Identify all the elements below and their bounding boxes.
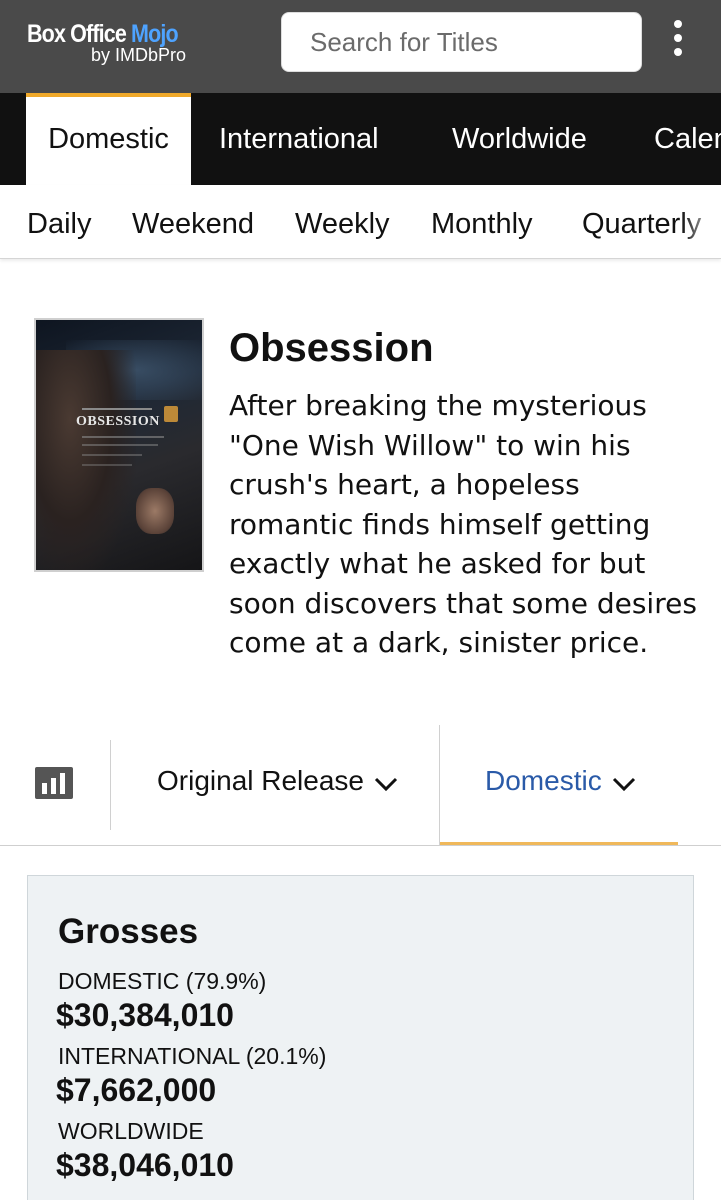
movie-description: After breaking the mysterious "One Wish … [229,389,697,659]
movie-poster[interactable]: OBSESSION [34,318,204,572]
divider [439,725,440,846]
movie-title: Obsession [229,326,434,370]
bar [42,783,47,794]
poster-credits [82,454,142,456]
grosses-title: Grosses [58,912,199,951]
worldwide-value[interactable]: $38,046,010 [56,1147,234,1184]
region-tabs: Domestic International Worldwide Calenda… [0,93,721,185]
logo-wordmark: Box Office Mojo [27,20,179,48]
divider [110,740,111,830]
region-dropdown-label: Domestic [485,765,602,796]
subnav-monthly[interactable]: Monthly [431,185,533,258]
search-input[interactable] [282,13,641,71]
menu-dot [674,20,682,28]
poster-window-light [164,406,178,422]
region-active-underline [440,842,678,845]
logo-main-text: Box Office [27,20,132,48]
release-dropdown-label: Original Release [157,765,364,796]
release-dropdown[interactable]: Original Release [157,760,398,802]
logo-mojo-text: Mojo [131,20,179,48]
domestic-label: DOMESTIC (79.9%) [58,968,267,994]
grosses-panel: Grosses DOMESTIC (79.9%) $30,384,010 INT… [27,875,694,1200]
subnav-weekly[interactable]: Weekly [295,185,390,258]
chevron-down-icon [612,762,636,804]
tab-domestic[interactable]: Domestic [26,93,191,185]
tab-worldwide[interactable]: Worldwide [452,93,587,185]
poster-figure [36,350,136,570]
box-office-mojo-logo[interactable]: Box Office Mojo by IMDbPro [27,20,202,70]
search-box[interactable] [281,12,642,72]
poster-title: OBSESSION [76,414,160,429]
worldwide-label: WORLDWIDE [58,1118,204,1144]
tab-calendar[interactable]: Calendar [654,93,721,185]
poster-hands [136,488,174,534]
bar [60,773,65,794]
menu-dot [674,48,682,56]
kebab-menu-icon[interactable] [668,18,688,58]
chevron-down-icon [374,762,398,804]
subnav-weekend[interactable]: Weekend [132,185,254,258]
bar-chart-icon[interactable] [35,767,73,799]
poster-release-line [82,464,132,466]
subnav-daily[interactable]: Daily [27,185,91,258]
timeframe-nav: Daily Weekend Weekly Monthly Quarterly [0,185,721,259]
poster-tagline [82,408,152,410]
poster-credits [82,436,164,438]
poster-credits [82,444,158,446]
international-label: INTERNATIONAL (20.1%) [58,1043,327,1069]
bar [51,778,56,794]
tab-international[interactable]: International [219,93,379,185]
top-header: Box Office Mojo by IMDbPro [0,0,721,93]
menu-dot [674,34,682,42]
logo-subtitle: by IMDbPro [91,45,187,65]
region-dropdown[interactable]: Domestic [485,760,636,802]
scroll-fade [681,185,721,258]
domestic-value[interactable]: $30,384,010 [56,997,234,1034]
international-value[interactable]: $7,662,000 [56,1072,216,1109]
